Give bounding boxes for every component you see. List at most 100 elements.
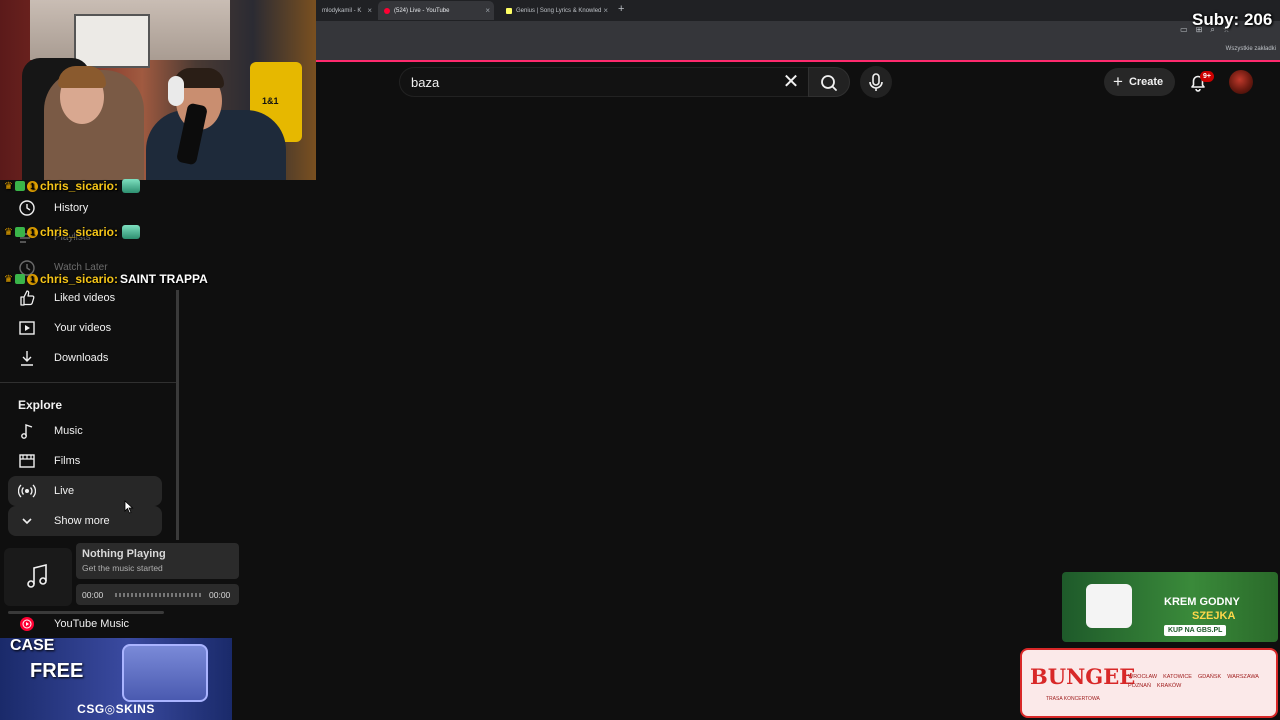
sidebar-divider bbox=[0, 382, 176, 383]
chat-emote-icon bbox=[122, 225, 141, 239]
chat-message: ♛ 1 chris_sicario: SAINT TRAPPA bbox=[4, 269, 208, 289]
youtube-favicon-icon bbox=[384, 7, 390, 14]
ad-subtitle: SZEJKA bbox=[1192, 610, 1236, 622]
time-elapsed: 00:00 bbox=[82, 590, 104, 600]
music-widget-art bbox=[4, 548, 72, 606]
discord-case-icon bbox=[122, 644, 208, 702]
plus-icon: + bbox=[1113, 72, 1123, 91]
sidebar-item-label: Music bbox=[54, 425, 83, 437]
chat-emote-icon bbox=[122, 179, 141, 193]
tour-city: POZNAŃ bbox=[1128, 683, 1151, 689]
search-button[interactable] bbox=[808, 67, 850, 97]
create-label: Create bbox=[1128, 76, 1164, 88]
subscriber-badge-icon: 1 bbox=[26, 180, 38, 192]
chat-badge-icon bbox=[14, 227, 25, 237]
headphones-icon bbox=[168, 76, 184, 106]
search-query-text: baza bbox=[411, 75, 440, 90]
live-icon bbox=[18, 484, 36, 498]
music-progress-track[interactable] bbox=[115, 593, 201, 597]
ad-logo: BUNGEE bbox=[1030, 664, 1136, 689]
sidebar-item-downloads[interactable]: Downloads bbox=[8, 343, 162, 373]
music-note-icon bbox=[27, 563, 47, 588]
sidebar-item-music[interactable]: Music bbox=[8, 416, 162, 446]
new-tab-button[interactable]: + bbox=[618, 3, 624, 15]
sidebar-item-show-more[interactable]: Show more bbox=[8, 506, 162, 536]
sidebar-item-label: Liked videos bbox=[54, 292, 116, 304]
tab-label: (524) Live - YouTube bbox=[394, 7, 450, 14]
crown-badge-icon: ♛ bbox=[4, 273, 13, 285]
sidebar-scrollbar[interactable] bbox=[176, 290, 179, 540]
ad-tagline: TRASA KONCERTOWA bbox=[1046, 696, 1100, 702]
sidebar-item-label: History bbox=[54, 202, 89, 214]
tour-city: KRAKÓW bbox=[1156, 683, 1182, 689]
ad-title: KREM GODNY bbox=[1164, 596, 1240, 608]
product-jar-icon bbox=[1086, 584, 1132, 628]
ad-brand: CSG◎SKINS bbox=[77, 702, 155, 716]
cast-icon[interactable]: ▭ bbox=[1180, 25, 1188, 35]
chat-badge-icon bbox=[14, 181, 25, 191]
chat-badge-icon bbox=[14, 274, 25, 284]
browser-tab-kick[interactable]: mlodykamil - K × bbox=[316, 1, 376, 20]
search-icon bbox=[821, 75, 837, 91]
chat-username: chris_sicario: bbox=[39, 225, 119, 239]
microphone-icon bbox=[869, 73, 883, 91]
tour-cities: WROCŁAW KATOWICE GDAŃSK WARSZAWA POZNAŃ … bbox=[1128, 674, 1274, 689]
browser-tab-genius[interactable]: Genius | Song Lyrics & Knowled × bbox=[500, 1, 612, 20]
tab-label: Genius | Song Lyrics & Knowled bbox=[516, 7, 602, 14]
create-button[interactable]: + Create bbox=[1104, 68, 1175, 96]
sidebar-item-films[interactable]: Films bbox=[8, 446, 162, 476]
clear-search-icon[interactable]: ✕ bbox=[781, 70, 801, 94]
subscriber-badge-icon: 1 bbox=[26, 273, 38, 285]
webcam-jersey-text: 1&1 bbox=[262, 96, 279, 106]
now-playing-subtitle: Get the music started bbox=[82, 563, 163, 573]
webcam-whiteboard bbox=[74, 14, 150, 68]
csgo-skins-ad: CASE FREE CSG◎SKINS bbox=[0, 638, 232, 720]
sidebar-progress-strip bbox=[8, 611, 164, 614]
sidebar-item-label: Show more bbox=[54, 515, 110, 527]
ad-cta: KUP NA GBS.PL bbox=[1164, 625, 1227, 636]
tour-city: GDAŃSK bbox=[1197, 674, 1222, 680]
chat-username: chris_sicario: bbox=[39, 272, 119, 286]
subscriber-counter: Suby: 206 bbox=[1192, 10, 1273, 29]
ad-text: CASE bbox=[10, 638, 55, 654]
ad-text: FREE bbox=[30, 660, 84, 682]
time-total: 00:00 bbox=[209, 590, 231, 600]
film-icon bbox=[19, 454, 35, 468]
genius-favicon-icon bbox=[506, 7, 512, 14]
download-icon bbox=[21, 351, 33, 366]
tour-city: KATOWICE bbox=[1163, 674, 1192, 680]
sidebar-item-label: Films bbox=[54, 455, 81, 467]
chat-message-text: SAINT TRAPPA bbox=[120, 272, 208, 286]
your-videos-icon bbox=[19, 321, 35, 335]
sidebar-item-label: YouTube Music bbox=[54, 618, 130, 630]
search-input[interactable]: baza bbox=[399, 67, 809, 97]
now-playing-title: Nothing Playing bbox=[82, 548, 166, 560]
mouse-cursor-icon bbox=[124, 500, 134, 514]
like-icon bbox=[20, 290, 35, 306]
crown-badge-icon: ♛ bbox=[4, 180, 13, 192]
history-icon bbox=[19, 200, 35, 216]
sidebar-item-label: Live bbox=[54, 485, 75, 497]
chat-message: ♛ 1 chris_sicario: bbox=[4, 176, 141, 196]
all-bookmarks-button[interactable]: Wszystkie zakładki bbox=[1226, 46, 1276, 52]
sidebar-item-label: Downloads bbox=[54, 352, 109, 364]
subscriber-badge-icon: 1 bbox=[26, 226, 38, 238]
sidebar-item-label: Your videos bbox=[54, 322, 112, 334]
chat-message: ♛ 1 chris_sicario: bbox=[4, 222, 141, 242]
sidebar-item-your-videos[interactable]: Your videos bbox=[8, 313, 162, 343]
account-avatar[interactable] bbox=[1229, 70, 1253, 94]
streamer-webcam: 1&1 bbox=[0, 0, 316, 180]
tab-label: mlodykamil - K bbox=[322, 7, 362, 14]
close-icon[interactable]: × bbox=[367, 6, 372, 15]
crown-badge-icon: ♛ bbox=[4, 226, 13, 238]
close-icon[interactable]: × bbox=[485, 6, 490, 15]
youtube-music-icon bbox=[20, 617, 34, 631]
voice-search-button[interactable] bbox=[860, 66, 892, 98]
webcam-person-left-hair bbox=[58, 66, 106, 88]
tour-city: WROCŁAW bbox=[1128, 674, 1158, 680]
sidebar-item-live[interactable]: Live bbox=[8, 476, 162, 506]
chat-username: chris_sicario: bbox=[39, 179, 119, 193]
browser-tab-youtube[interactable]: (524) Live - YouTube × bbox=[378, 1, 494, 20]
sidebar-item-history[interactable]: History bbox=[8, 193, 162, 223]
close-icon[interactable]: × bbox=[603, 6, 608, 15]
